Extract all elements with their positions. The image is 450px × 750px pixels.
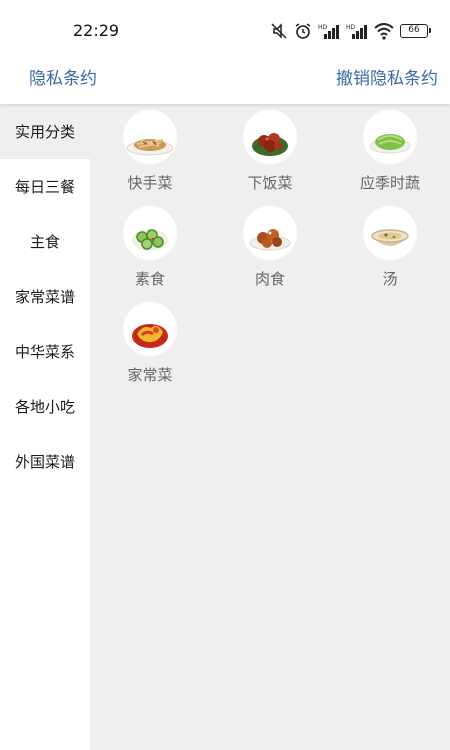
sidebar-item-staple-food[interactable]: 主食	[0, 214, 90, 269]
category-sidebar: 实用分类 每日三餐 主食 家常菜谱 中华菜系 各地小吃 外国菜谱	[0, 104, 90, 750]
signal-hd-icon: HD	[318, 22, 340, 40]
category-rice-dishes[interactable]: 下饭菜	[210, 104, 330, 199]
status-time: 22:29	[73, 21, 120, 40]
mute-icon	[270, 22, 288, 40]
tomato-egg-dish-icon	[123, 302, 177, 356]
category-label: 家常菜	[127, 366, 173, 384]
sidebar-item-label: 实用分类	[14, 123, 75, 141]
sidebar-item-label: 家常菜谱	[14, 288, 75, 306]
category-vegetarian[interactable]: 素食	[90, 200, 210, 295]
category-label: 汤	[382, 270, 398, 288]
category-label: 应季时蔬	[359, 174, 420, 192]
category-label: 素食	[134, 270, 165, 288]
sidebar-item-home-recipes[interactable]: 家常菜谱	[0, 269, 90, 324]
svg-text:HD: HD	[346, 24, 356, 31]
category-label: 肉食	[254, 270, 285, 288]
cucumber-salad-icon	[123, 206, 177, 260]
revoke-privacy-policy-link[interactable]: 撤销隐私条约	[336, 64, 438, 89]
wifi-icon	[374, 22, 394, 40]
soup-bowl-icon	[363, 206, 417, 260]
sidebar-item-label: 各地小吃	[14, 398, 75, 416]
category-content: 快手菜 下饭菜 应季时蔬 素食 肉食 汤 家常菜	[90, 104, 450, 750]
category-quick-dishes[interactable]: 快手菜	[90, 104, 210, 199]
category-seasonal-vegetables[interactable]: 应季时蔬	[330, 104, 450, 199]
sidebar-item-label: 外国菜谱	[14, 453, 75, 471]
top-navigation: 隐私条约 撤销隐私条约	[0, 60, 450, 104]
stir-fry-dish-icon	[123, 110, 177, 164]
fried-meat-dish-icon	[243, 206, 297, 260]
battery-icon: 66	[400, 24, 431, 38]
sidebar-item-label: 主食	[29, 233, 60, 251]
status-bar: 22:29 HD HD 66	[0, 0, 450, 60]
category-meat[interactable]: 肉食	[210, 200, 330, 295]
privacy-policy-link[interactable]: 隐私条约	[29, 64, 97, 89]
sidebar-item-practical[interactable]: 实用分类	[0, 104, 90, 159]
category-label: 下饭菜	[247, 174, 293, 192]
green-vegetable-dish-icon	[363, 110, 417, 164]
sidebar-item-daily-meals[interactable]: 每日三餐	[0, 159, 90, 214]
status-icons: HD HD 66	[270, 20, 431, 42]
sidebar-item-local-snacks[interactable]: 各地小吃	[0, 379, 90, 434]
svg-text:HD: HD	[318, 24, 328, 31]
signal-hd-icon: HD	[346, 22, 368, 40]
braised-meat-dish-icon	[243, 110, 297, 164]
sidebar-item-chinese-cuisines[interactable]: 中华菜系	[0, 324, 90, 379]
category-label: 快手菜	[127, 174, 173, 192]
sidebar-item-label: 中华菜系	[14, 343, 75, 361]
category-home-cooking[interactable]: 家常菜	[90, 296, 210, 391]
sidebar-item-foreign-recipes[interactable]: 外国菜谱	[0, 434, 90, 489]
alarm-icon	[294, 22, 312, 40]
category-soup[interactable]: 汤	[330, 200, 450, 295]
sidebar-item-label: 每日三餐	[14, 178, 75, 196]
